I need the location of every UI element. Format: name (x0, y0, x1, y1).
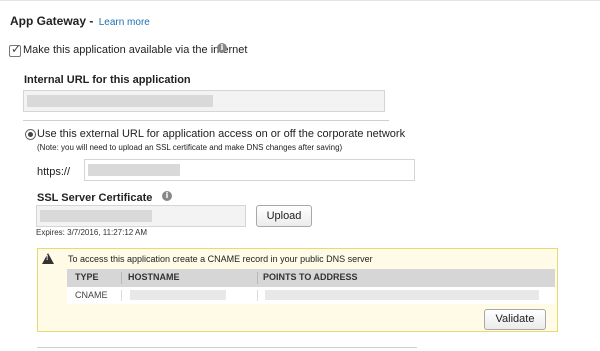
bottom-divider (37, 347, 417, 348)
external-url-option-label: Use this external URL for application ac… (37, 128, 406, 140)
redacted-hostname (130, 290, 226, 300)
certificate-expiry: Expires: 3/7/2016, 11:27:12 AM (36, 228, 148, 237)
divider (23, 120, 389, 121)
info-icon[interactable]: i (217, 43, 227, 53)
ssl-certificate-field (36, 205, 246, 227)
internal-url-label: Internal URL for this application (24, 74, 191, 86)
check-icon: ✓ (11, 42, 22, 56)
internal-url-field (23, 90, 385, 112)
section-title: App Gateway - Learn more (10, 14, 150, 28)
dns-table-header: TYPE HOSTNAME POINTS TO ADDRESS (67, 269, 555, 287)
external-url-radio[interactable] (25, 129, 36, 140)
dns-instructions-message: To access this application create a CNAM… (68, 254, 373, 264)
redacted-certificate-name (40, 210, 152, 222)
table-row: CNAME (67, 287, 555, 304)
redacted-internal-url (27, 95, 213, 107)
section-title-text: App Gateway - (10, 14, 94, 28)
info-icon[interactable]: i (162, 191, 172, 201)
redacted-address (265, 290, 539, 300)
external-url-note: (Note: you will need to upload an SSL ce… (37, 143, 343, 152)
cell-type: CNAME (75, 290, 108, 300)
top-divider (0, 0, 600, 1)
validate-button[interactable]: Validate (484, 309, 546, 330)
ssl-certificate-label: SSL Server Certificate (37, 192, 153, 204)
internet-availability-checkbox[interactable]: ✓ (9, 42, 22, 57)
redacted-external-url (88, 164, 180, 176)
warning-icon: ! (42, 253, 54, 264)
internet-availability-label: Make this application available via the … (23, 44, 248, 56)
column-type: TYPE (75, 272, 99, 282)
external-url-input[interactable] (84, 159, 415, 181)
upload-button[interactable]: Upload (256, 205, 312, 227)
column-points-to-address: POINTS TO ADDRESS (263, 272, 358, 282)
https-prefix: https:// (37, 166, 71, 178)
learn-more-link[interactable]: Learn more (99, 17, 150, 28)
column-hostname: HOSTNAME (128, 272, 180, 282)
